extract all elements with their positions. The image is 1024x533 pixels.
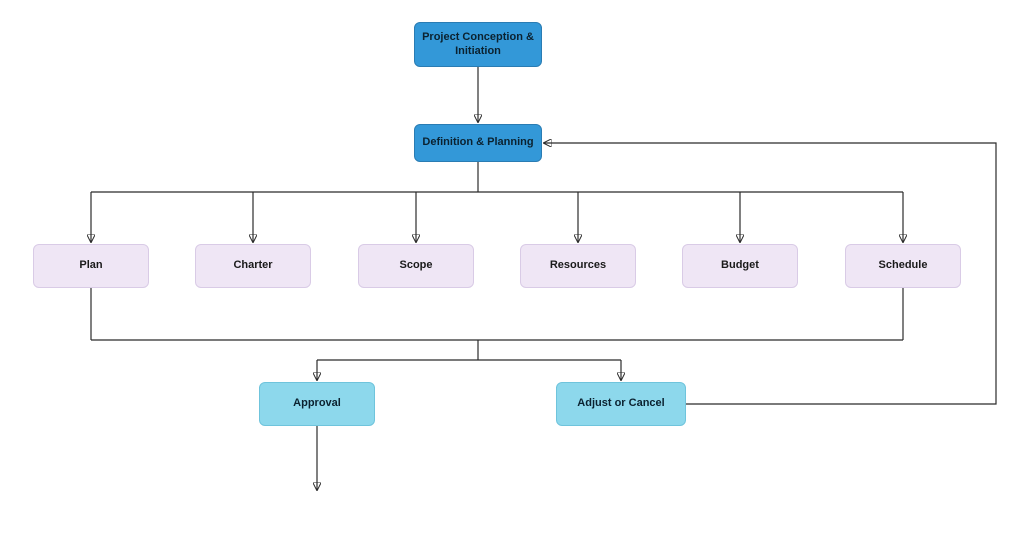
node-schedule: Schedule	[845, 244, 961, 288]
node-scope: Scope	[358, 244, 474, 288]
node-approval: Approval	[259, 382, 375, 426]
node-resources: Resources	[520, 244, 636, 288]
node-conception: Project Conception & Initiation	[414, 22, 542, 67]
node-charter: Charter	[195, 244, 311, 288]
node-adjust-cancel: Adjust or Cancel	[556, 382, 686, 426]
node-plan: Plan	[33, 244, 149, 288]
node-definition: Definition & Planning	[414, 124, 542, 162]
node-budget: Budget	[682, 244, 798, 288]
